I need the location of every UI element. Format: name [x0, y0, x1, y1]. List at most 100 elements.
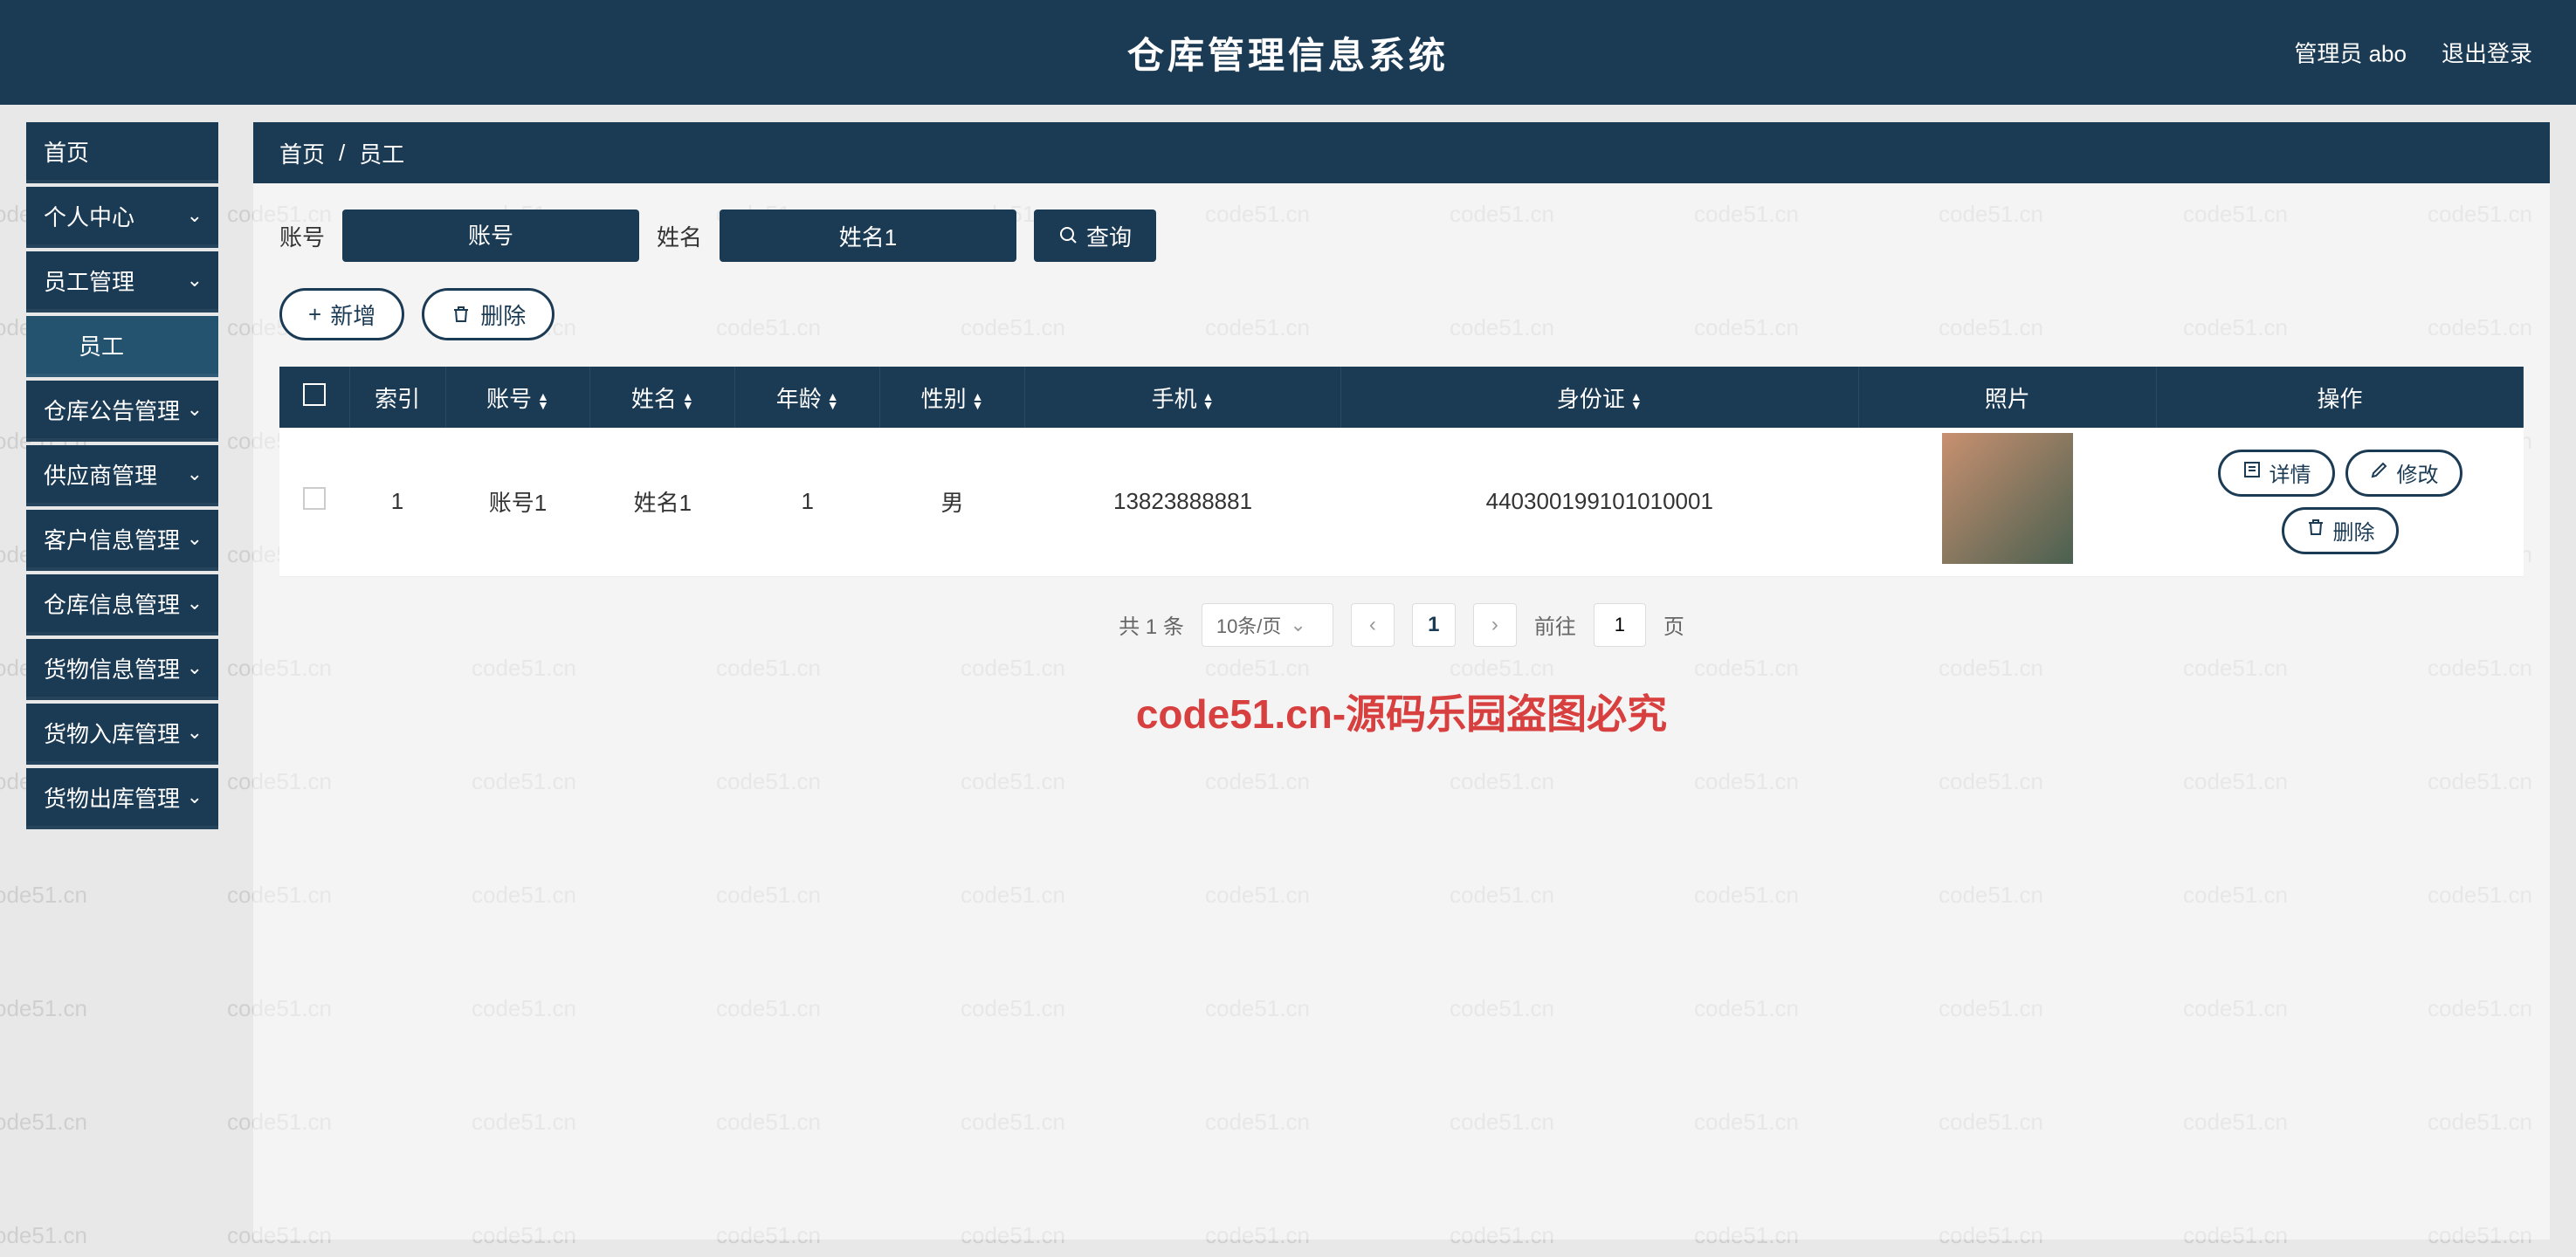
- sort-icon: ▲▼: [682, 392, 694, 409]
- sidebar-item-2[interactable]: 员工管理 ⌄: [26, 251, 218, 313]
- page-next[interactable]: ›: [1473, 603, 1517, 647]
- search-name-input[interactable]: [720, 210, 1016, 262]
- table-header-0: [279, 367, 349, 428]
- sort-icon: ▲▼: [1202, 392, 1215, 409]
- admin-label[interactable]: 管理员 abo: [2294, 37, 2407, 69]
- chevron-down-icon: ⌄: [187, 656, 203, 679]
- add-button[interactable]: + 新增: [279, 288, 404, 340]
- search-row: 账号 姓名 查询: [279, 210, 2524, 262]
- table-header-9: 操作: [2157, 367, 2524, 428]
- row-delete-button[interactable]: 删除: [2282, 507, 2399, 554]
- chevron-down-icon: ⌄: [187, 269, 203, 292]
- detail-button[interactable]: 详情: [2218, 450, 2335, 497]
- action-row: + 新增 删除: [279, 288, 2524, 340]
- plus-icon: +: [308, 301, 321, 328]
- sidebar-item-5[interactable]: 供应商管理⌄: [26, 445, 218, 506]
- header-right: 管理员 abo 退出登录: [2294, 37, 2532, 69]
- chevron-down-icon: ⌄: [187, 592, 203, 615]
- sidebar: 首页个人中心⌄员工管理⌄员工仓库公告管理⌄供应商管理⌄客户信息管理⌄仓库信息管理…: [0, 105, 245, 1257]
- cell-index: 1: [349, 428, 445, 576]
- table-header-label: 手机: [1152, 386, 1197, 412]
- table-header-3[interactable]: 姓名 ▲▼: [590, 367, 735, 428]
- chevron-down-icon: ⌄: [187, 463, 203, 485]
- row-actions: 详情 修改删除: [2157, 441, 2524, 563]
- cell-name: 姓名1: [590, 428, 735, 576]
- chevron-down-icon: ⌄: [187, 527, 203, 550]
- table-header-5[interactable]: 性别▲▼: [880, 367, 1025, 428]
- breadcrumb: 首页 / 员工: [253, 122, 2550, 183]
- breadcrumb-sep: /: [339, 140, 345, 167]
- main: 首页 / 员工 账号 姓名 查询 + 新增: [245, 105, 2576, 1257]
- edit-button-label: 修改: [2397, 457, 2439, 488]
- pagination-total: 共 1 条: [1119, 609, 1184, 640]
- employee-photo: [1942, 433, 2073, 564]
- cell-idcard: 440300199101010001: [1341, 428, 1858, 576]
- app-title: 仓库管理信息系统: [1127, 26, 1449, 79]
- chevron-down-icon: ⌄: [187, 721, 203, 744]
- employee-table: 索引账号▲▼姓名▲▼年龄▲▼性别▲▼手机▲▼身份证▲▼照片操作 1账号1姓名11…: [279, 367, 2524, 577]
- search-button[interactable]: 查询: [1034, 210, 1156, 262]
- table-header-2[interactable]: 账号 ▲▼: [445, 367, 590, 428]
- table-header-label: 性别: [921, 386, 967, 412]
- header: 仓库管理信息系统 管理员 abo 退出登录: [0, 0, 2576, 105]
- sidebar-item-9[interactable]: 货物入库管理 ⌄: [26, 704, 218, 765]
- breadcrumb-home[interactable]: 首页: [279, 137, 325, 169]
- page-prev[interactable]: ‹: [1351, 603, 1395, 647]
- table-header-label: 照片: [1985, 386, 2030, 412]
- sidebar-item-10[interactable]: 货物出库管理⌄: [26, 768, 218, 829]
- search-account-input[interactable]: [342, 210, 639, 262]
- sort-icon: ▲▼: [537, 392, 549, 409]
- table-header-4[interactable]: 年龄▲▼: [735, 367, 880, 428]
- table-header-label: 账号: [486, 386, 532, 412]
- cell-gender: 男: [880, 428, 1025, 576]
- table-header-7[interactable]: 身份证 ▲▼: [1341, 367, 1858, 428]
- center-watermark: code51.cn-源码乐园盗图必究: [1136, 683, 1667, 740]
- sort-icon: ▲▼: [1630, 392, 1643, 409]
- sidebar-item-4[interactable]: 仓库公告管理⌄: [26, 381, 218, 442]
- edit-button[interactable]: 修改: [2345, 450, 2462, 497]
- goto-input[interactable]: [1594, 603, 1646, 647]
- table-header-6[interactable]: 手机 ▲▼: [1025, 367, 1341, 428]
- sidebar-item-label: 仓库公告管理: [44, 394, 180, 426]
- select-all-checkbox[interactable]: [303, 383, 326, 406]
- sidebar-item-3[interactable]: 员工: [26, 316, 218, 377]
- document-icon: [2242, 459, 2263, 486]
- sidebar-item-label: 个人中心: [44, 200, 134, 232]
- sidebar-item-8[interactable]: 货物信息管理 ⌄: [26, 639, 218, 700]
- delete-button[interactable]: 删除: [422, 288, 554, 340]
- trash-icon: [2305, 517, 2326, 544]
- content-panel: 账号 姓名 查询 + 新增 删除: [253, 183, 2550, 1240]
- row-delete-button-label: 删除: [2333, 515, 2375, 546]
- sidebar-item-label: 员工: [79, 329, 124, 361]
- search-name-label: 姓名: [657, 220, 702, 252]
- sidebar-item-0[interactable]: 首页: [26, 122, 218, 183]
- cell-account: 账号1: [445, 428, 590, 576]
- logout-link[interactable]: 退出登录: [2442, 37, 2532, 69]
- sidebar-item-label: 货物信息管理: [44, 652, 180, 684]
- table-header-label: 姓名: [631, 386, 677, 412]
- row-checkbox[interactable]: [303, 487, 326, 510]
- chevron-down-icon: ⌄: [1290, 614, 1305, 636]
- chevron-down-icon: ⌄: [187, 204, 203, 227]
- table-header-1: 索引: [349, 367, 445, 428]
- sidebar-item-label: 首页: [44, 135, 89, 168]
- table-header-label: 身份证: [1557, 386, 1625, 412]
- goto-suffix: 页: [1663, 609, 1684, 640]
- page-size-select[interactable]: 10条/页 ⌄: [1202, 603, 1333, 647]
- search-account-label: 账号: [279, 220, 325, 252]
- search-icon: [1058, 225, 1079, 246]
- search-button-label: 查询: [1086, 220, 1132, 252]
- sidebar-item-label: 客户信息管理: [44, 523, 180, 555]
- sidebar-item-label: 仓库信息管理: [44, 587, 180, 620]
- sidebar-item-label: 货物入库管理: [44, 717, 180, 749]
- sort-icon: ▲▼: [827, 392, 839, 409]
- goto-label: 前往: [1534, 609, 1576, 640]
- sidebar-item-6[interactable]: 客户信息管理 ⌄: [26, 510, 218, 571]
- sidebar-item-1[interactable]: 个人中心 ⌄: [26, 187, 218, 248]
- page-current[interactable]: 1: [1412, 603, 1456, 647]
- sidebar-item-7[interactable]: 仓库信息管理 ⌄: [26, 574, 218, 635]
- cell-phone: 13823888881: [1025, 428, 1341, 576]
- sidebar-item-label: 员工管理: [44, 264, 134, 297]
- trash-icon: [451, 304, 472, 325]
- edit-icon: [2369, 459, 2390, 486]
